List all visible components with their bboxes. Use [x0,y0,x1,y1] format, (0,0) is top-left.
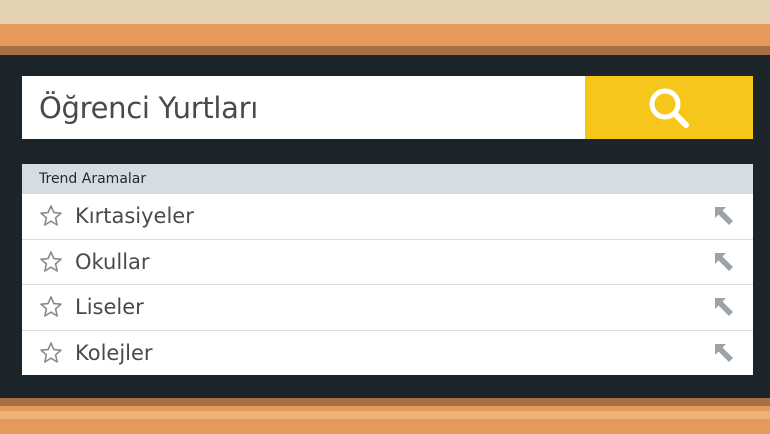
top-decor-brown [0,46,770,55]
trending-searches-title: Trend Aramalar [22,164,753,193]
trending-searches-panel: Trend Aramalar Kırtasiyeler Okullar Lise… [22,164,753,375]
arrow-up-left-icon[interactable] [713,205,735,227]
search-button[interactable] [585,76,753,139]
bottom-decor-light [0,411,770,419]
arrow-up-left-icon[interactable] [713,296,735,318]
bottom-decor-brown [0,398,770,406]
search-input[interactable]: Öğrenci Yurtları [22,76,585,139]
page: Öğrenci Yurtları Trend Aramalar Kırtasiy… [0,0,770,434]
arrow-up-left-icon[interactable] [713,342,735,364]
trending-item[interactable]: Kırtasiyeler [22,193,753,239]
top-decor-cream [0,0,770,24]
trending-item-label: Okullar [75,249,150,274]
star-outline-icon[interactable] [39,295,63,319]
arrow-up-left-icon[interactable] [713,251,735,273]
star-outline-icon[interactable] [39,341,63,365]
search-input-value: Öğrenci Yurtları [39,90,259,125]
trending-item[interactable]: Liseler [22,284,753,330]
trending-item[interactable]: Kolejler [22,329,753,376]
trending-item[interactable]: Okullar [22,238,753,285]
star-outline-icon[interactable] [39,204,63,228]
trending-item-label: Kırtasiyeler [75,204,194,229]
trending-item-label: Liseler [75,295,144,320]
search-icon [649,88,689,128]
top-decor-orange [0,24,770,46]
star-outline-icon[interactable] [39,250,63,274]
trending-item-label: Kolejler [75,340,153,365]
